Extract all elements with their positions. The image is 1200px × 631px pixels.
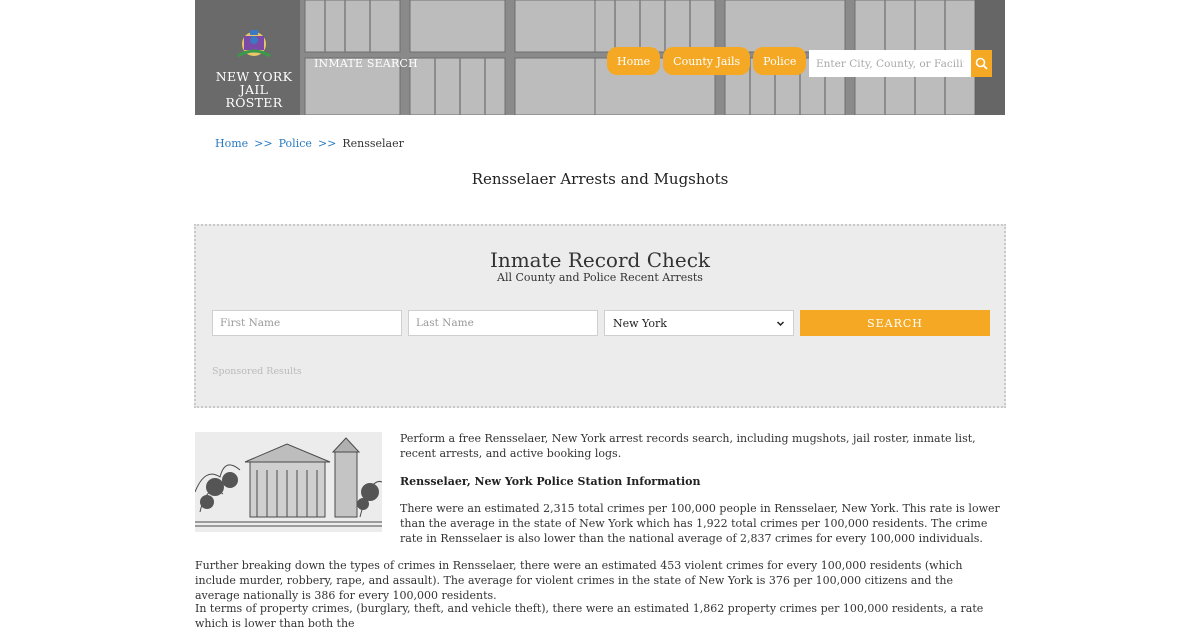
- site-logo[interactable]: NEW YORK JAIL ROSTER: [211, 26, 297, 109]
- header-search: [809, 50, 992, 77]
- state-select[interactable]: New York: [604, 310, 794, 336]
- violent-crime-paragraph: Further breaking down the types of crime…: [195, 559, 963, 602]
- panel-title: Inmate Record Check: [489, 248, 711, 272]
- sponsored-results-label: Sponsored Results: [212, 366, 302, 377]
- chevron-down-icon: [776, 320, 785, 326]
- state-seal-icon: [237, 30, 271, 58]
- station-info-heading-text: Rensselaer, New York Police Station Info…: [400, 475, 701, 488]
- inmate-record-check-panel: Inmate Record Check All County and Polic…: [194, 224, 1006, 408]
- header-search-button[interactable]: [971, 50, 992, 77]
- logo-line-2: JAIL ROSTER: [225, 82, 283, 110]
- breadcrumb-separator: >>: [317, 137, 337, 150]
- search-icon: [975, 57, 988, 70]
- nav-county-jails[interactable]: County Jails: [663, 47, 751, 75]
- panel-subtitle: All County and Police Recent Arrests: [497, 271, 703, 284]
- breadcrumb-police[interactable]: Police: [279, 137, 312, 150]
- last-name-input[interactable]: [408, 310, 598, 336]
- main-nav: Home County Jails Police: [607, 47, 809, 75]
- breadcrumb: Home >> Police >> Rensselaer: [215, 137, 404, 150]
- breadcrumb-separator: >>: [254, 137, 273, 150]
- breadcrumb-current: Rensselaer: [342, 137, 404, 150]
- first-name-input[interactable]: [212, 310, 402, 336]
- breadcrumb-home[interactable]: Home: [215, 137, 248, 150]
- site-header: NEW YORK JAIL ROSTER INMATE SEARCH Home …: [195, 0, 1005, 115]
- nav-police[interactable]: Police: [753, 47, 807, 75]
- nav-home[interactable]: Home: [607, 47, 661, 75]
- location-search-input[interactable]: [809, 50, 971, 77]
- search-button[interactable]: SEARCH: [800, 310, 990, 336]
- state-select-value: New York: [613, 316, 667, 330]
- station-info-heading: Rensselaer, New York Police Station Info…: [400, 474, 1000, 489]
- intro-paragraph: Perform a free Rensselaer, New York arre…: [400, 432, 976, 460]
- crime-rate-paragraph: There were an estimated 2,315 total crim…: [400, 502, 1000, 545]
- inmate-search-link[interactable]: INMATE SEARCH: [314, 57, 418, 70]
- police-station-engraving-image: [195, 432, 382, 532]
- property-crime-paragraph: In terms of property crimes, (burglary, …: [195, 602, 984, 630]
- page-title: Rensselaer Arrests and Mugshots: [471, 170, 729, 188]
